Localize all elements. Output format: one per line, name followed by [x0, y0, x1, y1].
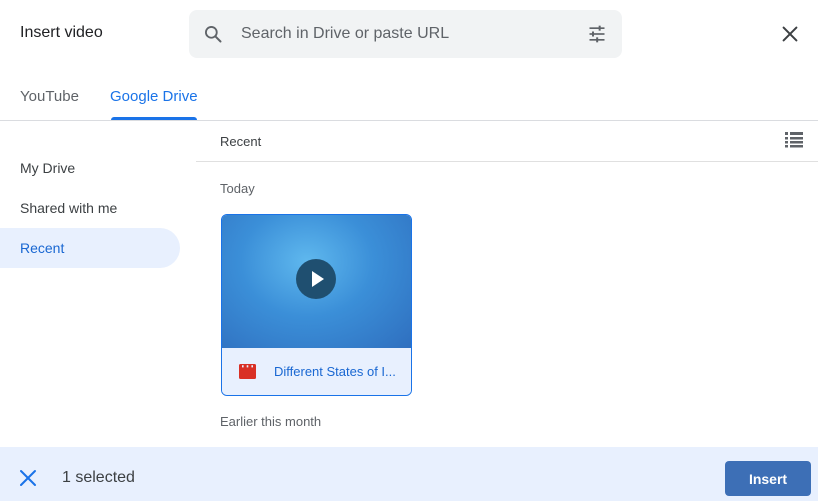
file-card-footer: Different States of I... [222, 348, 411, 395]
drive-sidebar: My Drive Shared with me Recent [0, 121, 196, 447]
dialog-title: Insert video [20, 24, 103, 41]
sidebar-item-my-drive[interactable]: My Drive [0, 148, 180, 188]
list-view-icon[interactable] [784, 130, 804, 150]
active-tab-indicator [111, 117, 197, 120]
file-browser: Recent Today Different States of I... Ea… [196, 121, 818, 447]
section-label-today: Today [220, 181, 255, 196]
browser-header: Recent [196, 121, 818, 162]
dialog-header: Insert video [0, 0, 818, 68]
play-icon [296, 259, 336, 299]
sidebar-item-shared-with-me[interactable]: Shared with me [0, 188, 180, 228]
source-tabs: YouTube Google Drive [0, 68, 818, 121]
selected-count: 1 selected [62, 469, 135, 486]
search-input[interactable] [241, 10, 571, 58]
file-name: Different States of I... [274, 364, 396, 379]
tune-icon[interactable] [587, 24, 607, 44]
tab-youtube[interactable]: YouTube [20, 88, 79, 105]
breadcrumb: Recent [220, 134, 262, 149]
sidebar-item-recent[interactable]: Recent [0, 228, 180, 268]
video-file-icon [239, 364, 256, 379]
video-thumbnail [222, 215, 411, 348]
search-box[interactable] [189, 10, 622, 58]
tab-google-drive[interactable]: Google Drive [110, 88, 198, 105]
file-card[interactable]: Different States of I... [221, 214, 412, 396]
search-icon [205, 26, 222, 43]
section-label-earlier-this-month: Earlier this month [220, 414, 322, 429]
clear-selection-icon[interactable] [18, 468, 38, 488]
close-icon[interactable] [779, 23, 801, 45]
selection-bar: 1 selected Insert [0, 447, 818, 501]
insert-button[interactable]: Insert [725, 461, 811, 496]
